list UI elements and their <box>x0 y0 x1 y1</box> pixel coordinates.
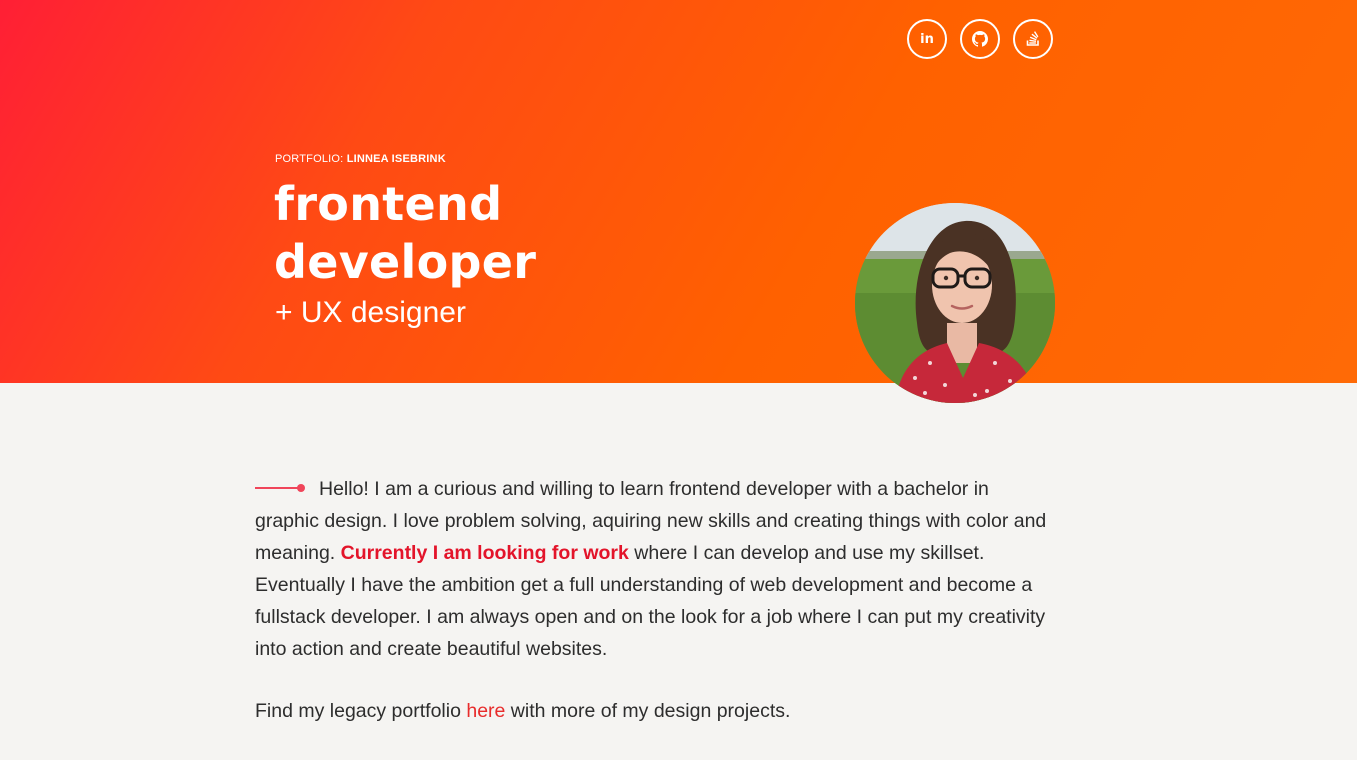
legacy-text-start: Find my legacy portfolio <box>255 700 467 722</box>
legacy-portfolio-paragraph: Find my legacy portfolio here with more … <box>255 695 1055 727</box>
stackoverflow-button[interactable] <box>1013 19 1053 59</box>
looking-for-work-highlight: Currently I am looking for work <box>340 542 629 564</box>
intro-paragraph: Hello! I am a curious and willing to lea… <box>255 473 1055 665</box>
github-icon <box>972 31 988 47</box>
github-button[interactable] <box>960 19 1000 59</box>
portfolio-eyebrow: PORTFOLIO: LINNEA ISEBRINK <box>275 153 446 165</box>
eyebrow-name: LINNEA ISEBRINK <box>346 153 446 165</box>
legacy-portfolio-link[interactable]: here <box>466 700 505 722</box>
social-links: in <box>907 19 1053 59</box>
linkedin-button[interactable]: in <box>907 19 947 59</box>
title-line-2: developer <box>274 235 537 289</box>
hero-banner: in PORTFOLIO: LINNEA ISEBRINK frontend d… <box>0 0 1357 403</box>
eyebrow-prefix: PORTFOLIO: <box>275 153 347 165</box>
title-line-1: frontend <box>274 177 503 231</box>
page-title: frontend developer <box>274 175 536 291</box>
legacy-text-end: with more of my design projects. <box>505 700 791 722</box>
page-subtitle: + UX designer <box>275 296 466 329</box>
linkedin-icon: in <box>920 31 934 47</box>
profile-photo <box>855 203 1055 403</box>
about-section: Hello! I am a curious and willing to lea… <box>255 473 1055 727</box>
intro-line-decoration <box>255 482 305 494</box>
stackoverflow-icon <box>1025 31 1041 47</box>
